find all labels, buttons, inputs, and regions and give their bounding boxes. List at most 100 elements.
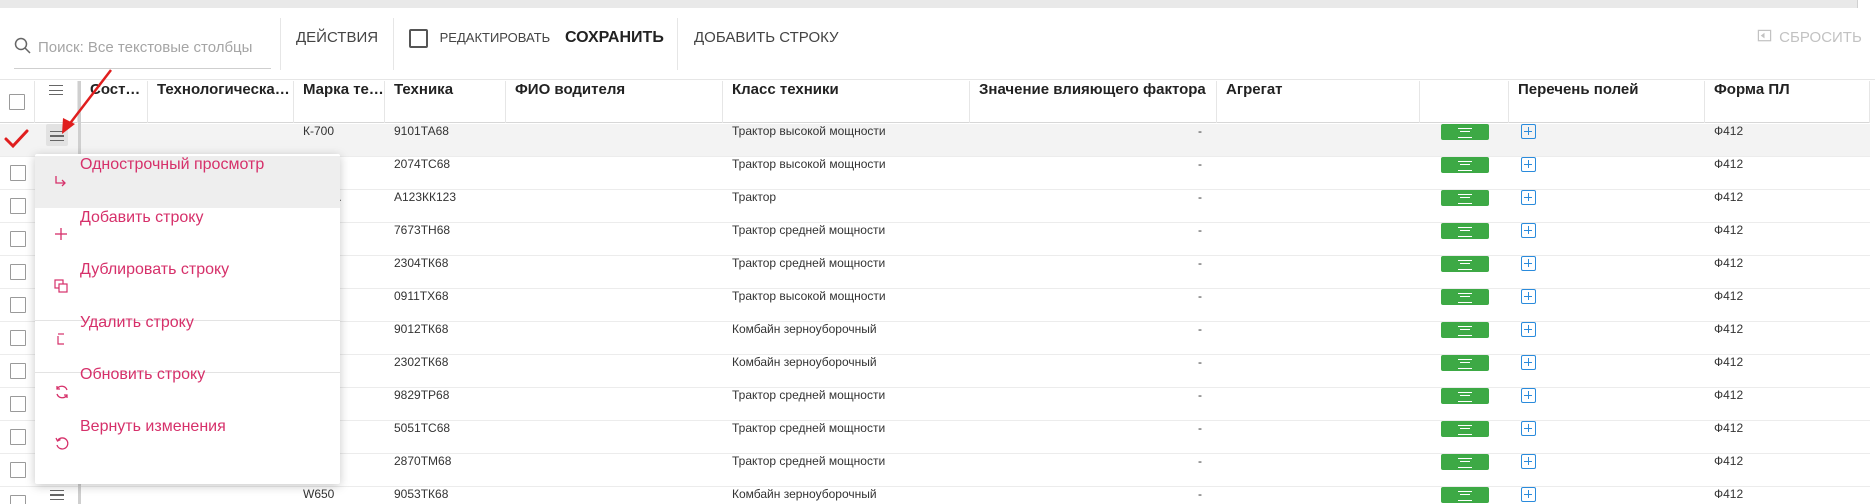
select-all-checkbox[interactable] bbox=[9, 94, 25, 110]
col-state[interactable]: Состояние bbox=[81, 81, 148, 123]
cell-driver bbox=[506, 454, 723, 487]
menu-item-label: Однострочный просмотр bbox=[80, 156, 265, 173]
menu-item-label: Вернуть изменения bbox=[80, 418, 226, 435]
search-input[interactable] bbox=[38, 33, 268, 61]
search-icon bbox=[14, 37, 31, 54]
edit-checkbox[interactable] bbox=[409, 29, 428, 48]
row-select-cell bbox=[0, 388, 35, 421]
cell-form: Ф412 bbox=[1714, 454, 1744, 468]
cell-fields bbox=[1509, 421, 1705, 454]
col-driver[interactable]: ФИО водителя bbox=[506, 81, 723, 123]
cell-fields bbox=[1509, 157, 1705, 190]
save-button[interactable]: СОХРАНИТЬ bbox=[565, 29, 664, 67]
cell-vehicle: 2302ТК68 bbox=[394, 355, 449, 369]
cell-class: Трактор средней мощности bbox=[732, 256, 886, 270]
row-menu-button[interactable] bbox=[49, 487, 64, 501]
add-field-icon[interactable] bbox=[1521, 124, 1536, 140]
add-field-icon[interactable] bbox=[1521, 322, 1536, 338]
menu-item-duplicate-row[interactable]: Дублировать строку bbox=[35, 261, 340, 313]
row-checkbox[interactable] bbox=[9, 165, 26, 181]
add-field-icon[interactable] bbox=[1521, 487, 1536, 503]
cell-vehicle: А123КК123 bbox=[394, 190, 457, 204]
add-field-icon[interactable] bbox=[1521, 388, 1536, 404]
add-field-icon[interactable] bbox=[1521, 190, 1536, 206]
col-vehicle[interactable]: Техника bbox=[385, 81, 506, 123]
col-factor[interactable]: Значение влияющего фактора bbox=[970, 81, 1217, 123]
cell-vehicle: 0911ТХ68 bbox=[394, 289, 449, 303]
col-tech-op[interactable]: Технологическая операция bbox=[148, 81, 294, 123]
cell-factor: - bbox=[1198, 355, 1202, 369]
table-row[interactable]: W650 9053ТК68 Комбайн зерноуборочный - Ф412 bbox=[0, 487, 1870, 504]
col-class[interactable]: Класс техники bbox=[723, 81, 970, 123]
open-details-button[interactable] bbox=[1440, 421, 1489, 437]
open-details-button[interactable] bbox=[1440, 256, 1489, 272]
cell-factor: - bbox=[1198, 487, 1202, 501]
actions-button[interactable]: ДЕЙСТВИЯ bbox=[296, 29, 378, 67]
add-field-icon[interactable] bbox=[1521, 223, 1536, 239]
row-checkbox[interactable] bbox=[9, 363, 26, 379]
open-details-button[interactable] bbox=[1440, 388, 1489, 404]
cell-form: Ф412 bbox=[1714, 322, 1744, 336]
toolbar-divider bbox=[677, 18, 678, 70]
menu-item-delete-row[interactable]: Удалить строку bbox=[35, 314, 340, 366]
toolbar-divider bbox=[280, 18, 281, 70]
return-arrow-icon bbox=[55, 176, 66, 187]
row-checkbox[interactable] bbox=[9, 462, 26, 478]
open-details-button[interactable] bbox=[1440, 223, 1489, 239]
row-checkbox[interactable] bbox=[9, 495, 26, 504]
col-brand[interactable]: Марка техники bbox=[294, 81, 385, 123]
menu-item-revert-changes[interactable]: Вернуть изменения bbox=[35, 418, 340, 470]
row-checkbox[interactable] bbox=[9, 330, 26, 346]
row-checkbox[interactable] bbox=[9, 297, 26, 313]
row-checkbox[interactable] bbox=[9, 429, 26, 445]
copy-icon bbox=[54, 279, 68, 293]
cell-action bbox=[1420, 223, 1509, 256]
open-details-button[interactable] bbox=[1440, 157, 1489, 173]
add-row-button[interactable]: ДОБАВИТЬ СТРОКУ bbox=[694, 29, 839, 67]
row-select-cell bbox=[0, 223, 35, 256]
row-context-menu: Однострочный просмотр Добавить строку Ду… bbox=[35, 154, 340, 484]
cell-action bbox=[1420, 487, 1509, 504]
menu-item-refresh-row[interactable]: Обновить строку bbox=[35, 366, 340, 418]
open-details-button[interactable] bbox=[1440, 190, 1489, 206]
cell-form: Ф412 bbox=[1714, 487, 1744, 501]
row-checkbox[interactable] bbox=[9, 396, 26, 412]
row-checkbox[interactable] bbox=[9, 231, 26, 247]
cell-driver bbox=[506, 388, 723, 421]
open-details-button[interactable] bbox=[1440, 454, 1489, 470]
add-field-icon[interactable] bbox=[1521, 157, 1536, 173]
row-select-cell bbox=[0, 289, 35, 322]
add-field-icon[interactable] bbox=[1521, 289, 1536, 305]
cell-factor: - bbox=[1198, 124, 1202, 138]
add-field-icon[interactable] bbox=[1521, 355, 1536, 371]
reset-button[interactable]: СБРОСИТЬ bbox=[1757, 29, 1862, 67]
add-field-icon[interactable] bbox=[1521, 256, 1536, 272]
open-details-button[interactable] bbox=[1440, 289, 1489, 305]
table-row[interactable]: К-700 9101ТА68 Трактор высокой мощности - Ф4… bbox=[0, 124, 1870, 157]
col-fields[interactable]: Перечень полей bbox=[1509, 81, 1705, 123]
cell-action bbox=[1420, 190, 1509, 223]
row-menu-button[interactable] bbox=[45, 124, 68, 146]
cell-vehicle: 9829ТР68 bbox=[394, 388, 450, 402]
open-details-button[interactable] bbox=[1440, 322, 1489, 338]
col-form[interactable]: Форма ПЛ bbox=[1705, 81, 1870, 123]
cell-brand: W650 bbox=[303, 487, 335, 501]
cell-aggregate bbox=[1217, 124, 1420, 157]
menu-item-single-line-view[interactable]: Однострочный просмотр bbox=[35, 156, 340, 208]
toolbar: ДЕЙСТВИЯ РЕДАКТИРОВАТЬ СОХРАНИТЬ ДОБАВИТ… bbox=[0, 8, 1875, 80]
cell-class: Трактор высокой мощности bbox=[732, 289, 886, 303]
row-checkbox[interactable] bbox=[9, 198, 26, 214]
edit-toggle[interactable]: РЕДАКТИРОВАТЬ bbox=[409, 29, 550, 67]
open-details-button[interactable] bbox=[1440, 487, 1489, 503]
open-details-button[interactable] bbox=[1440, 124, 1489, 140]
cell-brand: К-700 bbox=[303, 124, 335, 138]
add-field-icon[interactable] bbox=[1521, 421, 1536, 437]
add-field-icon[interactable] bbox=[1521, 454, 1536, 470]
col-aggregate[interactable]: Агрегат bbox=[1217, 81, 1420, 123]
row-checkbox[interactable] bbox=[9, 264, 26, 280]
cell-driver bbox=[506, 157, 723, 190]
columns-menu-icon[interactable] bbox=[49, 85, 63, 96]
open-details-button[interactable] bbox=[1440, 355, 1489, 371]
col-action[interactable] bbox=[1420, 81, 1509, 123]
menu-item-add-row[interactable]: Добавить строку bbox=[35, 209, 340, 261]
